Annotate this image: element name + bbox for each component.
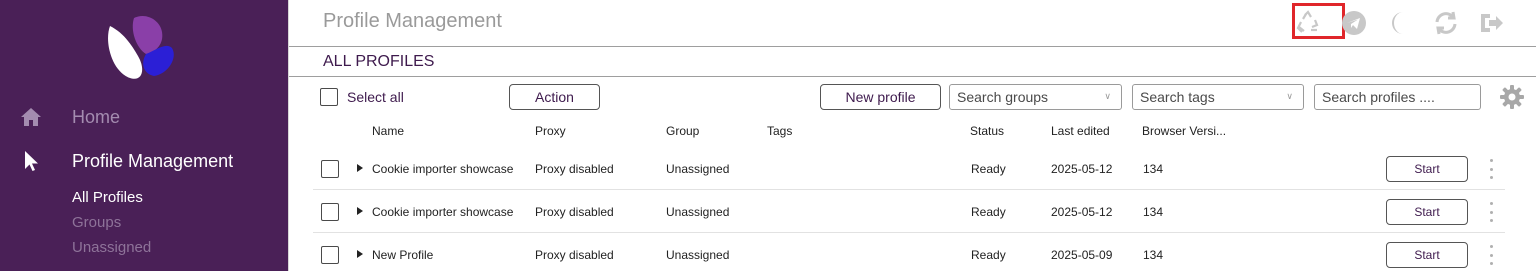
expand-arrow-icon[interactable] [357,164,363,172]
row-checkbox[interactable] [321,246,339,264]
column-header-proxy[interactable]: Proxy [535,124,566,138]
table-row[interactable]: Cookie importer showcase Proxy disabled … [289,147,1536,190]
search-tags-select[interactable]: Search tags ∨ [1132,84,1304,110]
expand-arrow-icon[interactable] [357,207,363,215]
column-header-status[interactable]: Status [970,124,1004,138]
sync-icon[interactable] [1431,8,1461,38]
new-profile-button[interactable]: New profile [820,84,941,110]
app-logo [108,15,174,79]
section-title: ALL PROFILES [323,53,435,70]
start-button[interactable]: Start [1386,242,1468,268]
cell-name: Cookie importer showcase [372,205,514,219]
header-divider [289,46,1536,47]
cell-proxy: Proxy disabled [535,248,614,262]
column-header-group[interactable]: Group [666,124,699,138]
cell-group: Unassigned [666,205,730,219]
sidebar-item-label: Home [72,106,121,127]
cell-browser-version: 134 [1143,248,1164,262]
action-button[interactable]: Action [509,84,600,110]
chevron-down-icon: ∨ [1104,91,1111,101]
select-all-checkbox[interactable] [320,88,338,106]
cell-group: Unassigned [666,162,730,176]
more-options-icon[interactable] [1487,245,1495,265]
cell-status: Ready [971,205,1006,219]
start-button[interactable]: Start [1386,156,1468,182]
sidebar-item-home[interactable]: Home [0,102,288,132]
search-profiles-placeholder: Search profiles .... [1322,89,1435,105]
column-header-last-edited[interactable]: Last edited [1051,124,1110,138]
cell-last-edited: 2025-05-09 [1051,248,1113,262]
cell-proxy: Proxy disabled [535,205,614,219]
sidebar-subitem-groups[interactable]: Groups [72,214,121,231]
cursor-icon [20,150,42,172]
column-header-tags[interactable]: Tags [767,124,792,138]
sidebar-subitem-unassigned[interactable]: Unassigned [72,239,151,256]
column-header-browser-version[interactable]: Browser Versi... [1142,124,1226,138]
toolbar: Select all Action New profile Search gro… [289,83,1536,111]
column-header-name[interactable]: Name [372,124,404,138]
row-checkbox[interactable] [321,160,339,178]
recycle-icon[interactable] [1293,8,1323,38]
search-tags-placeholder: Search tags [1140,89,1215,105]
cell-last-edited: 2025-05-12 [1051,205,1113,219]
cell-browser-version: 134 [1143,205,1164,219]
start-button[interactable]: Start [1386,199,1468,225]
home-icon [20,106,42,128]
cell-status: Ready [971,162,1006,176]
cell-status: Ready [971,248,1006,262]
main-content: Profile Management ALL PROFILES Select a… [288,0,1536,271]
cell-last-edited: 2025-05-12 [1051,162,1113,176]
more-options-icon[interactable] [1487,202,1495,222]
sidebar-item-profile-management[interactable]: Profile Management [0,146,288,176]
moon-icon[interactable] [1385,8,1415,38]
sidebar-subitem-all-profiles[interactable]: All Profiles [72,189,143,206]
gear-icon[interactable] [1499,84,1525,110]
telegram-icon[interactable] [1339,8,1369,38]
search-profiles-input[interactable]: Search profiles .... [1314,84,1481,110]
sidebar-item-label: Profile Management [72,150,234,171]
sidebar: Home Profile Management All Profiles Gro… [0,0,288,271]
table-row[interactable]: Cookie importer showcase Proxy disabled … [289,190,1536,233]
search-groups-select[interactable]: Search groups ∨ [949,84,1122,110]
search-groups-placeholder: Search groups [957,89,1049,105]
expand-arrow-icon[interactable] [357,250,363,258]
cell-group: Unassigned [666,248,730,262]
header-actions [1293,8,1523,38]
table-row[interactable]: New Profile Proxy disabled Unassigned Re… [289,233,1536,271]
cell-proxy: Proxy disabled [535,162,614,176]
logout-icon[interactable] [1477,8,1507,38]
page-title: Profile Management [323,10,502,32]
cell-name: New Profile [372,248,434,262]
more-options-icon[interactable] [1487,159,1495,179]
select-all-label[interactable]: Select all [347,89,404,105]
chevron-down-icon: ∨ [1286,91,1293,101]
row-checkbox[interactable] [321,203,339,221]
section-divider [289,76,1536,77]
cell-name: Cookie importer showcase [372,162,514,176]
cell-browser-version: 134 [1143,162,1164,176]
